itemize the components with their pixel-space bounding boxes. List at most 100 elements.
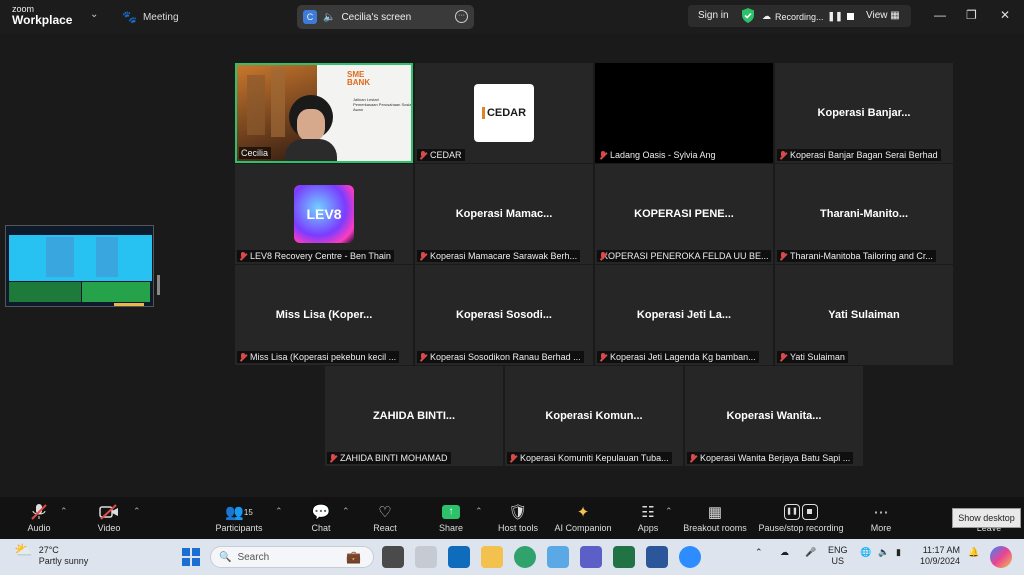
file-explorer-icon[interactable] [481,546,503,568]
participant-tile[interactable]: Koperasi Mamac... Koperasi Mamacare Sara… [415,164,593,264]
copilot-icon[interactable] [990,546,1012,568]
breakout-rooms-label: Breakout rooms [683,523,747,533]
apps-button[interactable]: ☷ Apps [634,501,662,533]
language-indicator[interactable]: ENG US [828,545,848,567]
stop-icon[interactable] [846,13,854,20]
share-caret-icon[interactable]: ⌃ [475,506,483,517]
participant-name-label: Koperasi Jeti Lagenda Kg bamban... [597,351,759,363]
thumbnail-drag-handle[interactable] [157,275,160,295]
view-label: View [866,10,888,21]
participants-icon: 👥 15 [225,504,253,521]
participant-display-name: Koperasi Banjar... [817,107,911,119]
zoom-taskbar-icon[interactable] [679,546,701,568]
share-button[interactable]: ↑ Share [436,501,466,533]
audio-caret-icon[interactable]: ⌃ [60,506,68,517]
participant-name-label: Koperasi Sosodikon Ranau Berhad ... [417,351,584,363]
recording-status[interactable]: ☁ Recording... ❚❚ [762,11,854,22]
shared-screen-thumbnail[interactable] [5,225,154,307]
view-button[interactable]: View ▦ [866,10,900,21]
host-tools-button[interactable]: 🛡 Host tools [494,501,542,533]
shield-check-icon[interactable] [741,8,755,23]
more-options-icon[interactable]: ··· [455,10,468,23]
snipping-tool-icon[interactable] [415,546,437,568]
participants-caret-icon[interactable]: ⌃ [275,506,283,517]
chat-button[interactable]: 💬 Chat [306,501,336,533]
meeting-info[interactable]: 🐾 Meeting [122,10,179,24]
participant-display-name: Koperasi Mamac... [455,208,553,220]
video-caret-icon[interactable]: ⌃ [133,506,141,517]
pause-stop-recording-button[interactable]: ❚❚ Pause/stop recording [757,501,845,533]
chevron-up-icon[interactable]: ⌃ [755,547,763,558]
participants-button[interactable]: 👥 15 Participants [212,501,266,533]
chat-caret-icon[interactable]: ⌃ [342,506,350,517]
start-icon[interactable] [182,548,200,566]
lev8-logo: LEV8 [294,185,354,243]
share-screen-icon: ↑ [436,501,466,523]
restore-icon[interactable]: ❐ [966,8,977,22]
muted-mic-icon [24,501,54,523]
participant-tile[interactable]: Miss Lisa (Koper... Miss Lisa (Koperasi … [235,265,413,365]
muted-mic-icon [599,150,607,160]
participant-display-name: ZAHIDA BINTI... [372,410,456,422]
meeting-toolbar: Audio ⌃ Video ⌃ 👥 15 Participants ⌃ 💬 Cha… [0,497,1024,539]
participant-tile[interactable]: Koperasi Jeti La... Koperasi Jeti Lagend… [595,265,773,365]
close-icon[interactable]: ✕ [1000,8,1010,22]
minimize-icon[interactable]: — [934,8,946,22]
cloud-record-icon: ☁ [762,11,771,21]
breakout-rooms-button[interactable]: ▦ Breakout rooms [682,501,748,533]
participant-tile[interactable]: Koperasi Banjar... Koperasi Banjar Bagan… [775,63,953,163]
logo-line2: Workplace [12,13,73,27]
chevron-down-icon[interactable]: ⌄ [90,9,98,20]
participant-name-label: Koperasi Komuniti Kepulauan Tuba... [507,452,672,464]
participant-tile[interactable]: CEDAR CEDAR [415,63,593,163]
chat-label: Chat [311,523,331,533]
onedrive-tray-icon[interactable]: ☁ [780,547,789,558]
participant-tile[interactable]: Ladang Oasis - Sylvia Ang [595,63,773,163]
notification-bell-icon[interactable]: 🔔 [968,547,979,558]
edge-icon[interactable] [514,546,536,568]
clock[interactable]: 11:17 AM 10/9/2024 [920,545,960,567]
audio-button[interactable]: Audio [24,501,54,533]
weather-icon: ⛅ [14,542,33,559]
word-icon[interactable] [646,546,668,568]
participant-name: Koperasi Mamacare Sarawak Berh... [430,251,578,261]
participant-tile[interactable]: Koperasi Sosodi... Koperasi Sosodikon Ra… [415,265,593,365]
participant-tile[interactable]: Yati Sulaiman Yati Sulaiman [775,265,953,365]
recording-label: Recording... [775,11,824,22]
ai-companion-button[interactable]: ✦ AI Companion [552,501,614,533]
outlook-icon[interactable] [448,546,470,568]
slide-brand: SME BANK [347,71,370,87]
windows-taskbar: ⛅ 27°C Partly sunny 🔍 Search 💼 ⌃ ☁ 🎤 ENG… [0,539,1024,575]
pause-stop-icon: ❚❚ [757,501,845,523]
participant-name: ZAHIDA BINTI MOHAMAD [340,453,448,463]
participant-tile[interactable]: ZAHIDA BINTI... ZAHIDA BINTI MOHAMAD [325,366,503,466]
participant-tile[interactable]: Koperasi Wanita... Koperasi Wanita Berja… [685,366,863,466]
participant-display-name: Koperasi Wanita... [726,410,822,422]
share-indicator[interactable]: C 🔈 Cecilia's screen ··· [297,5,474,29]
sign-in-link[interactable]: Sign in [698,10,729,21]
participant-tile[interactable]: Tharani-Manito... Tharani-Manitoba Tailo… [775,164,953,264]
pause-icon[interactable]: ❚❚ [828,11,843,22]
participant-name: Miss Lisa (Koperasi pekebun kecil ... [250,352,397,362]
participant-tile[interactable]: KOPERASI PENE... KOPERASI PENEROKA FELDA… [595,164,773,264]
slide-text: Jalinan Lestari Pemerkasaan Perusahaan S… [353,97,411,112]
teams-icon[interactable] [580,546,602,568]
apps-caret-icon[interactable]: ⌃ [665,506,673,517]
weather-widget[interactable]: ⛅ 27°C Partly sunny [14,542,88,567]
volume-icon[interactable]: 🔈 [878,547,889,558]
react-button[interactable]: ♡ React [370,501,400,533]
participant-tile[interactable]: SME BANK Jalinan Lestari Pemerkasaan Per… [235,63,413,163]
participant-tile[interactable]: LEV8 LEV8 Recovery Centre - Ben Thain [235,164,413,264]
task-view-icon[interactable] [382,546,404,568]
network-icon[interactable]: 🌐 [860,547,871,558]
meeting-status-bar: Sign in ☁ Recording... ❚❚ View ▦ [688,5,911,27]
participant-tile[interactable]: Koperasi Komun... Koperasi Komuniti Kepu… [505,366,683,466]
taskbar-search[interactable]: 🔍 Search 💼 [210,546,374,568]
video-button[interactable]: Video [94,501,124,533]
ai-companion-label: AI Companion [554,523,612,533]
onedrive-icon[interactable] [547,546,569,568]
microphone-tray-icon[interactable]: 🎤 [805,547,816,558]
excel-icon[interactable] [613,546,635,568]
more-button[interactable]: ⋯ More [866,501,896,533]
battery-icon[interactable]: ▮ [896,547,901,558]
